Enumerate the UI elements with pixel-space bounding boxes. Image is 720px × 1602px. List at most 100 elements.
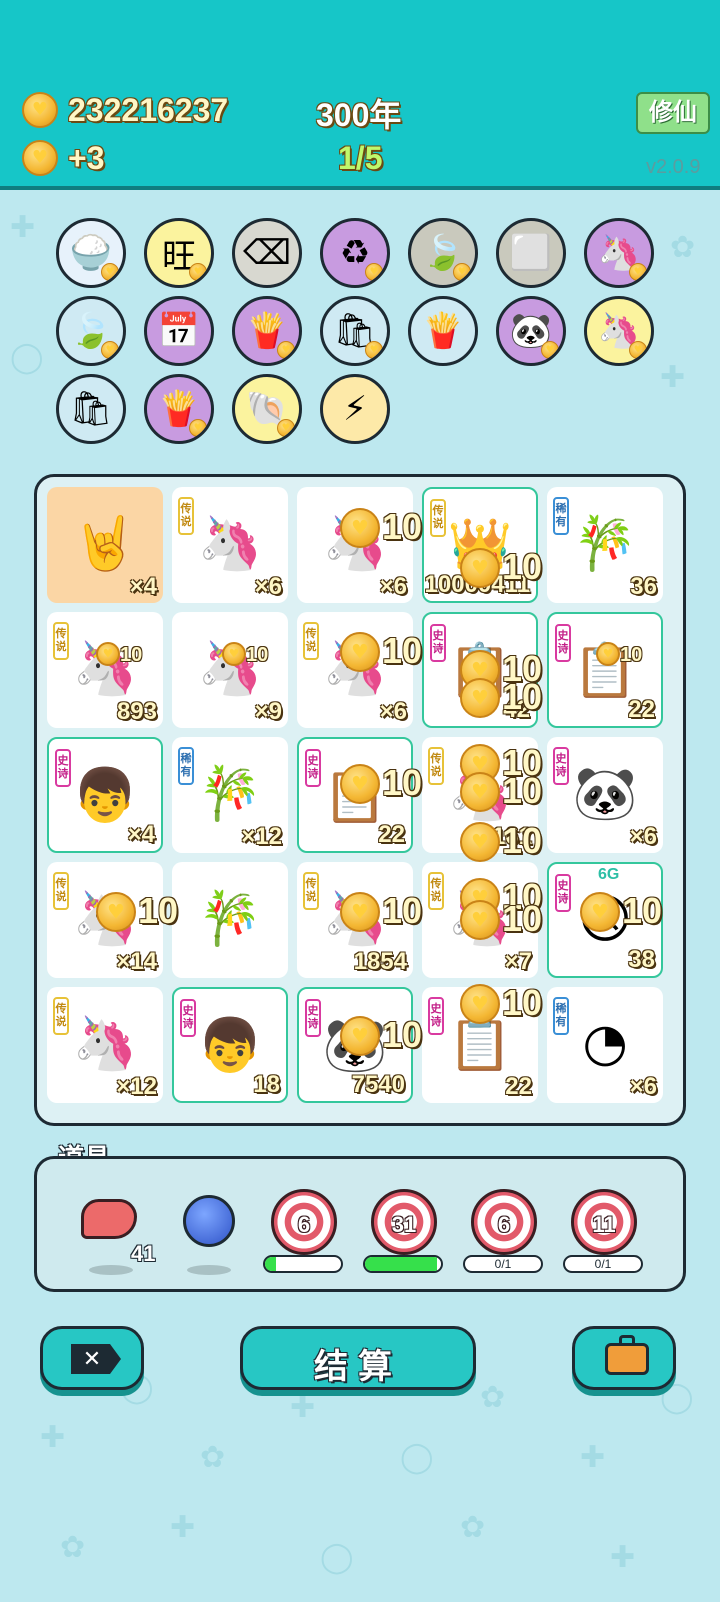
cell-count: 22 — [628, 696, 655, 723]
board-cell-unicorn[interactable]: 传说🦄×6 — [172, 487, 288, 603]
board-cell-unicorn-ripple[interactable]: 🦄 ×9 — [172, 612, 288, 728]
leaf-icon[interactable]: 🍃 — [56, 296, 126, 366]
target-count: 11 — [592, 1212, 616, 1237]
calendar-icon[interactable]: 📅 — [144, 296, 214, 366]
settle-button[interactable]: 结算 — [240, 1326, 476, 1390]
board-cell-bamboo[interactable]: 🎋 — [172, 862, 288, 978]
panda-icon: 🐼 — [572, 764, 638, 824]
board-cell-unicorn[interactable]: 传说 🦄 893 — [47, 612, 163, 728]
item-glyph: ⬜ — [509, 233, 553, 273]
progress-bar: 0/1 — [463, 1255, 543, 1273]
cell-count: 18 — [253, 1071, 280, 1098]
settle-label: 结算 — [314, 1348, 402, 1386]
mini-coin-icon — [541, 341, 559, 359]
lightning-icon[interactable]: ⚡ — [320, 374, 390, 444]
board-cell-boy-red-hat[interactable]: 史诗 👦 18 — [172, 987, 288, 1103]
board-cell-copy-paste[interactable]: 史诗📋22 — [547, 612, 663, 728]
target-item[interactable]: 11 — [571, 1189, 637, 1255]
progress-label: 0/1 — [494, 1257, 512, 1271]
reward-coin-icon — [340, 892, 380, 932]
coin-income: +3 — [68, 140, 105, 176]
target-item[interactable]: 31 — [371, 1189, 437, 1255]
mini-coin-icon — [277, 419, 295, 437]
target-item[interactable]: 6 — [471, 1189, 537, 1255]
mini-coin-icon — [365, 341, 383, 359]
item-glyph: 🛍 — [69, 389, 113, 429]
cell-count: 22 — [378, 821, 405, 848]
cell-count: ×12 — [116, 1073, 157, 1100]
board-cell-boy-red-hat[interactable]: 史诗 👦 ×4 — [47, 737, 163, 853]
panda-icon[interactable]: 🐼 — [496, 296, 566, 366]
cell-count: ×6 — [254, 573, 282, 600]
cell-count: 1854 — [353, 948, 407, 975]
unicorn-icon: 🦄 — [197, 514, 263, 574]
unicorn-pair-icon[interactable]: 🦄 — [584, 218, 654, 288]
board-cell-speed-gauge[interactable]: 稀有 ◔ ×6 — [547, 987, 663, 1103]
briefcase-icon — [605, 1343, 649, 1375]
mini-coin-icon — [629, 341, 647, 359]
reward-amount: 10 — [502, 898, 543, 939]
mini-coin-icon — [453, 263, 471, 281]
coin-icon — [22, 92, 58, 128]
board-cell-rock-hand[interactable]: 🤘 ×4 — [47, 487, 163, 603]
shell-icon[interactable]: 🐚 — [232, 374, 302, 444]
sugar-cubes-icon[interactable]: ⬜ — [496, 218, 566, 288]
item-glyph: 🍟 — [421, 311, 465, 351]
item-glyph: ⌫ — [242, 233, 292, 273]
reward-coin-icon — [460, 772, 500, 812]
reward-coin-icon — [460, 822, 500, 862]
stage-progress: 1/5 — [338, 140, 383, 176]
rice-bowl-icon[interactable]: 🍚 — [56, 218, 126, 288]
bag-button[interactable] — [572, 1326, 676, 1390]
reward-coin-icon — [580, 892, 620, 932]
small-reward-coin-icon — [222, 642, 246, 666]
board-cell-unicorn[interactable]: 传说 🦄 ×12 — [47, 987, 163, 1103]
cell-count: ×6 — [379, 573, 407, 600]
progress-bar: 0/1 — [563, 1255, 643, 1273]
fries-icon[interactable]: 🍟 — [232, 296, 302, 366]
target-item[interactable]: 6 — [271, 1189, 337, 1255]
reward-coin-icon — [460, 548, 500, 588]
version-label: v2.0.9 — [646, 156, 701, 178]
board-cell-bamboo[interactable]: 稀有 🎋 ×12 — [172, 737, 288, 853]
cell-count: ×4 — [129, 573, 157, 600]
reward-amount: 10 — [622, 890, 663, 931]
mini-coin-icon — [365, 263, 383, 281]
fries-icon[interactable]: 🍟 — [408, 296, 478, 366]
cultivate-button[interactable]: 修仙 — [636, 92, 710, 134]
unicorn-icon[interactable]: 🦄 — [584, 296, 654, 366]
mini-coin-icon — [101, 263, 119, 281]
target-count: 6 — [497, 1212, 511, 1237]
mini-coin-icon — [189, 419, 207, 437]
small-reward-amount: 10 — [246, 644, 269, 666]
reward-amount: 10 — [382, 890, 423, 931]
wang-tiles-icon[interactable]: 旺 — [144, 218, 214, 288]
small-reward-amount: 10 — [620, 644, 643, 666]
reward-amount: 10 — [382, 506, 423, 547]
coin-balance: 232216237 — [68, 92, 229, 128]
fries-icon[interactable]: 🍟 — [144, 374, 214, 444]
reward-amount: 10 — [502, 982, 543, 1023]
leaf-icon[interactable]: 🍃 — [408, 218, 478, 288]
recycle-icon[interactable]: ♻ — [320, 218, 390, 288]
trash-bag-icon[interactable]: 🛍 — [56, 374, 126, 444]
cell-count: 36 — [630, 573, 657, 600]
delete-button[interactable]: ✕ — [40, 1326, 144, 1390]
board-cell-panda[interactable]: 史诗 🐼 ×6 — [547, 737, 663, 853]
reward-amount: 10 — [382, 1014, 423, 1055]
blueberry-item[interactable] — [183, 1195, 235, 1247]
progress-fill — [265, 1257, 277, 1271]
progress-bar — [363, 1255, 443, 1273]
target-count: 6 — [297, 1212, 311, 1237]
blueberry-shadow — [187, 1265, 231, 1275]
unicorn-icon: 🦄 — [72, 1014, 138, 1074]
cell-count: ×6 — [379, 698, 407, 725]
reward-amount: 10 — [502, 546, 543, 587]
boy-red-hat-icon: 👦 — [72, 766, 138, 826]
item-glyph: 📅 — [157, 311, 201, 351]
boy-red-hat-icon: 👦 — [197, 1016, 263, 1076]
trash-bag-icon[interactable]: 🛍 — [320, 296, 390, 366]
delete-key-icon[interactable]: ⌫ — [232, 218, 302, 288]
board-cell-bamboo[interactable]: 稀有 🎋 36 — [547, 487, 663, 603]
liver-item[interactable] — [81, 1199, 137, 1239]
